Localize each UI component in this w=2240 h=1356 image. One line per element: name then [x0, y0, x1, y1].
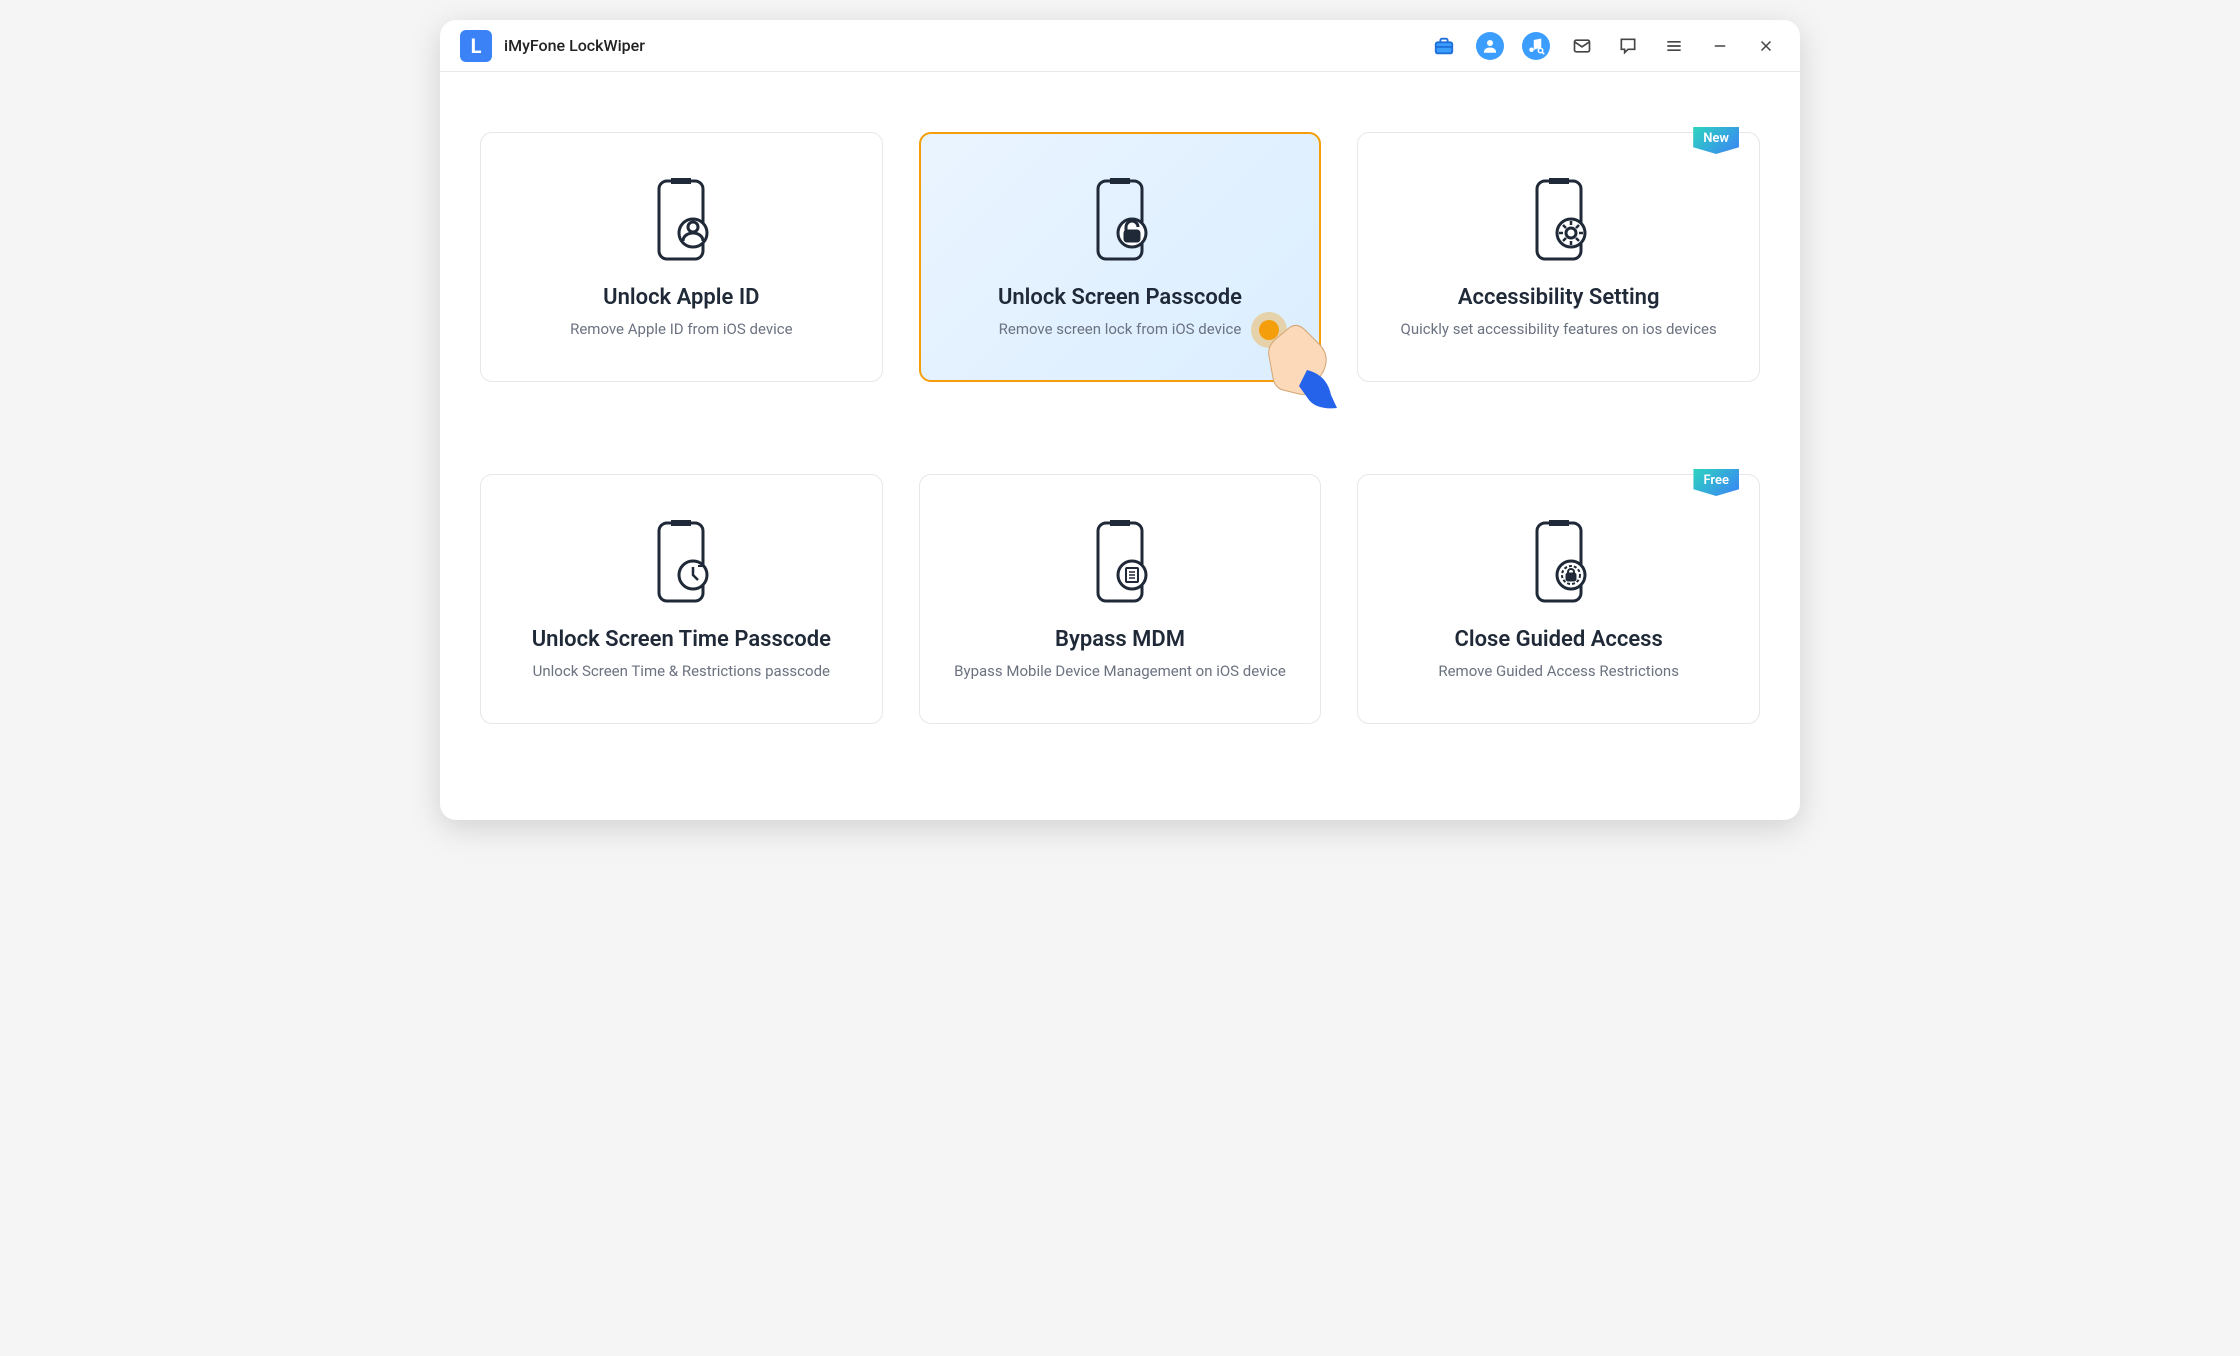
toolbox-icon[interactable]	[1430, 32, 1458, 60]
phone-padlock-icon	[1527, 519, 1591, 609]
app-window: L iMyFone LockWiper	[440, 20, 1800, 820]
card-close-guided-access[interactable]: Free Close Guided Access Remove Guided A…	[1357, 474, 1760, 724]
phone-clock-icon	[649, 519, 713, 609]
new-badge: New	[1693, 127, 1739, 154]
app-title: iMyFone LockWiper	[504, 36, 645, 55]
minimize-button[interactable]	[1706, 32, 1734, 60]
card-title: Bypass MDM	[1055, 627, 1185, 652]
card-desc: Unlock Screen Time & Restrictions passco…	[533, 662, 830, 680]
titlebar-left: L iMyFone LockWiper	[460, 30, 645, 62]
card-unlock-apple-id[interactable]: Unlock Apple ID Remove Apple ID from iOS…	[480, 132, 883, 382]
card-desc: Remove screen lock from iOS device	[999, 320, 1242, 338]
titlebar-right	[1430, 32, 1780, 60]
main-content: Unlock Apple ID Remove Apple ID from iOS…	[440, 72, 1800, 820]
phone-lock-icon	[1088, 177, 1152, 267]
card-title: Unlock Screen Passcode	[998, 285, 1242, 310]
card-bypass-mdm[interactable]: Bypass MDM Bypass Mobile Device Manageme…	[919, 474, 1322, 724]
free-badge: Free	[1693, 469, 1739, 496]
pointer-hand-icon	[1239, 300, 1349, 410]
phone-document-icon	[1088, 519, 1152, 609]
card-title: Close Guided Access	[1454, 627, 1662, 652]
card-desc: Remove Guided Access Restrictions	[1438, 662, 1679, 680]
app-logo-icon: L	[460, 30, 492, 62]
close-button[interactable]	[1752, 32, 1780, 60]
card-title: Unlock Apple ID	[603, 285, 759, 310]
mail-icon[interactable]	[1568, 32, 1596, 60]
card-title: Unlock Screen Time Passcode	[532, 627, 831, 652]
menu-icon[interactable]	[1660, 32, 1688, 60]
card-desc: Bypass Mobile Device Management on iOS d…	[954, 662, 1286, 680]
card-accessibility-setting[interactable]: New Accessibility Setting Quickly set ac…	[1357, 132, 1760, 382]
titlebar: L iMyFone LockWiper	[440, 20, 1800, 72]
feedback-icon[interactable]	[1614, 32, 1642, 60]
card-desc: Quickly set accessibility features on io…	[1401, 320, 1717, 338]
card-desc: Remove Apple ID from iOS device	[570, 320, 792, 338]
phone-apple-id-icon	[649, 177, 713, 267]
card-title: Accessibility Setting	[1458, 285, 1660, 310]
card-unlock-screen-time[interactable]: Unlock Screen Time Passcode Unlock Scree…	[480, 474, 883, 724]
music-search-icon[interactable]	[1522, 32, 1550, 60]
phone-gear-icon	[1527, 177, 1591, 267]
card-unlock-screen-passcode[interactable]: Unlock Screen Passcode Remove screen loc…	[919, 132, 1322, 382]
profile-icon[interactable]	[1476, 32, 1504, 60]
